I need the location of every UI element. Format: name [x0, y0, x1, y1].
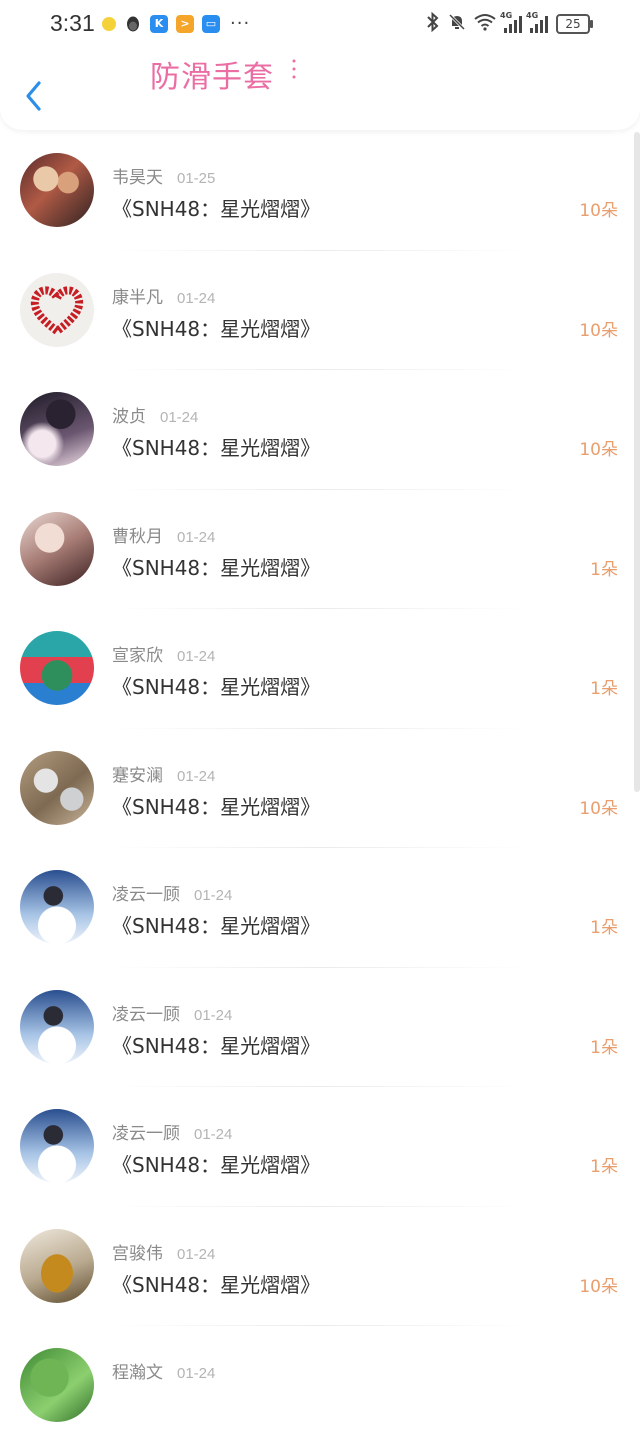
play-app-icon: >	[176, 14, 194, 33]
status-app-icons: K > ▭ ···	[102, 13, 250, 34]
header-bar: 3:31 K > ▭ ··· 4G 4G 25 防滑手套	[0, 0, 640, 130]
date: 01-24	[177, 528, 216, 546]
date: 01-24	[194, 1006, 233, 1024]
wifi-icon	[474, 13, 496, 35]
date: 01-24	[194, 887, 233, 904]
status-right-icons: 4G 4G 25	[426, 11, 593, 36]
flower-count: 1朵	[590, 918, 618, 938]
gift-record-list: 韦昊天 01-25 《SNH48：星光熠熠》 10朵 康半凡 01-24 《SNH4…	[0, 131, 640, 1446]
list-item[interactable]: 康半凡 01-24 《SNH48：星光熠熠》 10朵	[0, 251, 640, 370]
signal-icon-2: 4G	[526, 11, 548, 33]
avatar[interactable]	[20, 870, 94, 944]
gift-title: 《SNH48：星光熠熠》	[112, 1272, 321, 1297]
date: 01-24	[177, 1365, 216, 1382]
gift-title: 《SNH48：星光熠熠》	[112, 436, 321, 460]
flower-count: 10朵	[579, 798, 618, 819]
user-name: 康半凡 01-24	[112, 287, 216, 308]
flower-count: 10朵	[579, 201, 618, 221]
gift-title: 《SNH48：星光熠熠》	[112, 197, 321, 221]
status-time: 3:31	[50, 10, 95, 36]
list-item[interactable]: 曹秋月 01-24 《SNH48：星光熠熠》 1朵	[0, 490, 640, 609]
flower-count: 1朵	[590, 679, 618, 699]
date: 01-24	[177, 1245, 216, 1263]
page-title: 防滑手套	[150, 60, 274, 95]
avatar[interactable]	[20, 392, 94, 466]
date: 01-24	[160, 409, 199, 426]
avatar[interactable]	[20, 631, 94, 705]
list-item[interactable]: 凌云一顾 01-24 《SNH48：星光熠熠》 1朵	[0, 848, 640, 968]
flower-count: 10朵	[579, 1276, 618, 1297]
heart-image	[30, 285, 84, 336]
avatar[interactable]	[20, 750, 94, 825]
gift-title: 《SNH48：星光熠熠》	[112, 555, 321, 580]
bluetooth-icon	[426, 11, 440, 36]
more-dots-icon	[292, 59, 296, 79]
battery-icon: 25	[556, 14, 593, 34]
flower-count: 1朵	[590, 1157, 618, 1177]
list-item[interactable]: 波贞 01-24 《SNH48：星光熠熠》 10朵	[0, 370, 640, 490]
list-item[interactable]: 宫骏伟 01-24 《SNH48：星光熠熠》 10朵	[0, 1207, 640, 1326]
list-item[interactable]: 凌云一顾 01-24 《SNH48：星光熠熠》 1朵	[0, 1087, 640, 1207]
back-button[interactable]	[22, 80, 48, 112]
gift-title: 《SNH48：星光熠熠》	[112, 1033, 321, 1058]
avatar[interactable]	[20, 1228, 94, 1303]
avatar[interactable]	[20, 989, 94, 1064]
date: 01-24	[177, 289, 216, 307]
user-name: 凌云一顾 01-24	[112, 885, 233, 905]
user-name: 波贞 01-24	[112, 407, 199, 427]
user-name: 程瀚文 01-24	[112, 1363, 216, 1383]
date: 01-24	[194, 1126, 233, 1143]
app-icon-yellow	[102, 16, 116, 31]
avatar[interactable]	[20, 511, 94, 586]
list-item[interactable]: 凌云一顾 01-24 《SNH48：星光熠熠》 1朵	[0, 968, 640, 1087]
list-item[interactable]: 程瀚文 01-24	[0, 1326, 640, 1446]
more-status-dots: ···	[230, 13, 251, 34]
flower-count: 1朵	[590, 559, 618, 580]
avatar[interactable]	[20, 153, 94, 227]
mute-bell-icon	[448, 13, 466, 35]
k-app-icon: K	[150, 14, 168, 33]
tv-app-icon: ▭	[202, 14, 220, 33]
list-item[interactable]: 蹇安澜 01-24 《SNH48：星光熠熠》 10朵	[0, 729, 640, 848]
flower-count: 10朵	[579, 320, 618, 341]
list-item[interactable]: 宣家欣 01-24 《SNH48：星光熠熠》 1朵	[0, 609, 640, 729]
user-name: 凌云一顾 01-24	[112, 1004, 233, 1025]
avatar[interactable]	[20, 272, 94, 347]
status-bar: 3:31 K > ▭ ··· 4G 4G 25	[0, 0, 640, 50]
user-name: 曹秋月 01-24	[112, 526, 216, 547]
user-name: 蹇安澜 01-24	[112, 765, 216, 786]
gift-title: 《SNH48：星光熠熠》	[112, 794, 321, 819]
qq-penguin-icon	[124, 15, 142, 33]
user-name: 凌云一顾 01-24	[112, 1124, 233, 1144]
chevron-left-icon	[26, 81, 41, 111]
user-name: 韦昊天 01-25	[112, 168, 216, 188]
signal-icon: 4G	[500, 11, 522, 33]
date: 01-25	[177, 170, 216, 187]
user-name: 宫骏伟 01-24	[112, 1243, 216, 1264]
flower-count: 10朵	[579, 440, 618, 460]
gift-title: 《SNH48：星光熠熠》	[112, 914, 321, 938]
gift-title: 《SNH48：星光熠熠》	[112, 1153, 321, 1177]
avatar[interactable]	[20, 1109, 94, 1183]
avatar[interactable]	[20, 1348, 94, 1422]
gift-title: 《SNH48：星光熠熠》	[112, 675, 321, 699]
date: 01-24	[177, 648, 216, 665]
user-name: 宣家欣 01-24	[112, 646, 216, 666]
date: 01-24	[177, 767, 216, 785]
gift-title: 《SNH48：星光熠熠》	[112, 316, 321, 341]
list-item[interactable]: 韦昊天 01-25 《SNH48：星光熠熠》 10朵	[0, 131, 640, 251]
flower-count: 1朵	[590, 1037, 618, 1058]
